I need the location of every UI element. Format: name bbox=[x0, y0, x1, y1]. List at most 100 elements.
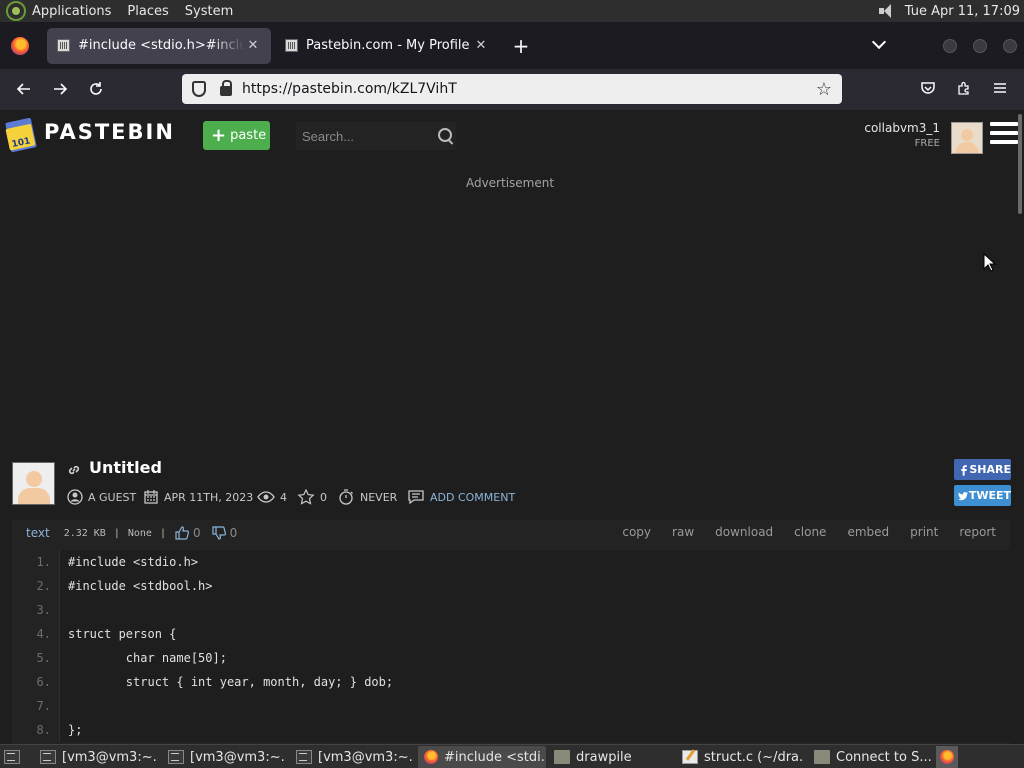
like-button[interactable]: 0 bbox=[174, 525, 201, 541]
copy-link[interactable]: copy bbox=[622, 525, 651, 539]
new-paste-button[interactable]: + paste bbox=[203, 121, 270, 150]
tweet-label: TWEET bbox=[968, 489, 1011, 502]
terminal-icon bbox=[296, 750, 312, 764]
close-tab-icon[interactable]: ✕ bbox=[245, 38, 261, 53]
search-icon[interactable] bbox=[438, 128, 454, 144]
tab-title: Pastebin.com - My Profile bbox=[306, 38, 470, 53]
likes-count: 0 bbox=[193, 526, 201, 540]
line-code[interactable]: struct person { bbox=[60, 622, 1010, 646]
hamburger-menu-icon[interactable] bbox=[990, 122, 1018, 150]
applications-menu[interactable]: Applications bbox=[32, 4, 111, 19]
line-code[interactable]: #include <stdbool.h> bbox=[60, 574, 1010, 598]
places-menu[interactable]: Places bbox=[127, 4, 168, 19]
user-icon bbox=[67, 489, 83, 505]
code-line: 2. #include <stdbool.h> bbox=[12, 574, 1010, 598]
facebook-icon bbox=[961, 464, 967, 476]
code-lines: 1. #include <stdio.h> 2. #include <stdbool… bbox=[12, 550, 1010, 742]
workspace-switcher[interactable] bbox=[936, 746, 958, 768]
paste-author[interactable]: A GUEST bbox=[67, 489, 136, 505]
star-icon bbox=[297, 489, 315, 505]
code-toolbar: text 2.32 KB | None | 0 0 copy raw downl… bbox=[12, 520, 1010, 546]
print-link[interactable]: print bbox=[910, 525, 938, 539]
code-line: 5. char name[50]; bbox=[12, 646, 1010, 670]
account-plan: FREE bbox=[914, 138, 940, 149]
paste-stars[interactable]: 0 bbox=[297, 489, 327, 505]
username[interactable]: collabvm3_1 bbox=[864, 121, 940, 135]
dislike-button[interactable]: 0 bbox=[211, 525, 237, 541]
reload-icon[interactable] bbox=[84, 77, 108, 101]
volume-icon[interactable] bbox=[877, 3, 895, 19]
firefox-icon bbox=[424, 750, 438, 764]
text-editor-icon bbox=[682, 750, 698, 764]
close-window-button[interactable] bbox=[1003, 39, 1017, 53]
line-code[interactable]: #include <stdio.h> bbox=[60, 550, 1010, 574]
add-comment-link[interactable]: ADD COMMENT bbox=[407, 489, 515, 505]
author-name: A GUEST bbox=[88, 490, 137, 504]
advertisement-label: Advertisement bbox=[465, 176, 555, 190]
paste-code-box: text 2.32 KB | None | 0 0 copy raw downl… bbox=[12, 520, 1010, 744]
panel-clock[interactable]: Tue Apr 11, 17:09 bbox=[905, 4, 1020, 19]
line-number: 6. bbox=[12, 670, 60, 694]
taskbar-item-firefox[interactable]: #include <stdi... bbox=[418, 746, 546, 768]
line-code[interactable] bbox=[60, 694, 1010, 718]
lock-icon[interactable] bbox=[220, 80, 232, 96]
line-code[interactable]: char name[50]; bbox=[60, 646, 1010, 670]
gnome-foot-icon[interactable] bbox=[6, 1, 26, 21]
new-tab-button[interactable]: + bbox=[509, 34, 533, 58]
tab-active[interactable]: #include <stdio.h>#include <stdbool.h> ✕ bbox=[47, 27, 271, 64]
person-silhouette-icon bbox=[955, 129, 979, 153]
taskbar-item-text-editor[interactable]: struct.c (~/dra... bbox=[676, 746, 804, 768]
twitter-tweet-button[interactable]: TWEET bbox=[954, 485, 1011, 506]
show-desktop-button[interactable] bbox=[2, 746, 22, 768]
line-number: 2. bbox=[12, 574, 60, 598]
tracking-protection-shield-icon[interactable] bbox=[192, 81, 206, 97]
clone-link[interactable]: clone bbox=[794, 525, 826, 539]
pocket-icon[interactable] bbox=[919, 80, 937, 98]
back-icon[interactable] bbox=[12, 77, 36, 101]
app-menu-icon[interactable] bbox=[991, 80, 1009, 98]
expiration-text: NEVER bbox=[360, 490, 398, 504]
pastebin-logo-icon[interactable]: 101 bbox=[4, 116, 38, 154]
url-bar[interactable]: https://pastebin.com/kZL7VihT ☆ bbox=[182, 74, 842, 104]
raw-link[interactable]: raw bbox=[672, 525, 694, 539]
terminal-icon bbox=[168, 750, 184, 764]
firefox-icon bbox=[940, 750, 954, 764]
separator: | bbox=[113, 527, 120, 539]
forward-icon[interactable] bbox=[48, 77, 72, 101]
mouse-pointer-icon bbox=[983, 253, 997, 272]
line-code[interactable]: }; bbox=[60, 718, 1010, 742]
link-icon[interactable] bbox=[66, 462, 82, 478]
url-text[interactable]: https://pastebin.com/kZL7VihT bbox=[242, 81, 812, 97]
taskbar-item-connect-to-server[interactable]: Connect to S... bbox=[808, 746, 932, 768]
line-code[interactable]: struct { int year, month, day; } dob; bbox=[60, 670, 1010, 694]
system-menu[interactable]: System bbox=[185, 4, 233, 19]
line-code[interactable] bbox=[60, 598, 1010, 622]
bookmark-star-icon[interactable]: ☆ bbox=[812, 79, 836, 100]
list-all-tabs-icon[interactable] bbox=[870, 34, 888, 52]
pastebin-favicon-icon bbox=[57, 39, 70, 52]
paste-views: 4 bbox=[257, 489, 287, 505]
author-avatar bbox=[12, 462, 55, 505]
taskbar-item-drawpile[interactable]: drawpile bbox=[548, 746, 672, 768]
taskbar-item-terminal-2[interactable]: [vm3@vm3:~... bbox=[162, 746, 286, 768]
pastebin-favicon-icon bbox=[285, 39, 298, 52]
search-input[interactable] bbox=[302, 128, 426, 144]
embed-link[interactable]: embed bbox=[847, 525, 889, 539]
facebook-share-button[interactable]: SHARE bbox=[954, 459, 1011, 480]
code-line: 4. struct person { bbox=[12, 622, 1010, 646]
pastebin-logo-text[interactable]: PASTEBIN bbox=[44, 120, 175, 144]
search-box bbox=[296, 122, 456, 150]
tab-my-profile[interactable]: Pastebin.com - My Profile ✕ bbox=[275, 28, 499, 64]
taskbar-item-terminal-1[interactable]: [vm3@vm3:~... bbox=[34, 746, 158, 768]
minimize-window-button[interactable] bbox=[943, 39, 957, 53]
firefox-icon[interactable] bbox=[11, 36, 29, 55]
maximize-window-button[interactable] bbox=[973, 39, 987, 53]
user-avatar[interactable] bbox=[951, 122, 983, 154]
syntax-label[interactable]: text bbox=[26, 526, 50, 540]
close-tab-icon[interactable]: ✕ bbox=[473, 38, 489, 53]
extensions-icon[interactable] bbox=[955, 80, 973, 98]
separator: | bbox=[159, 527, 166, 539]
download-link[interactable]: download bbox=[715, 525, 773, 539]
report-link[interactable]: report bbox=[959, 525, 996, 539]
taskbar-item-terminal-3[interactable]: [vm3@vm3:~... bbox=[290, 746, 414, 768]
